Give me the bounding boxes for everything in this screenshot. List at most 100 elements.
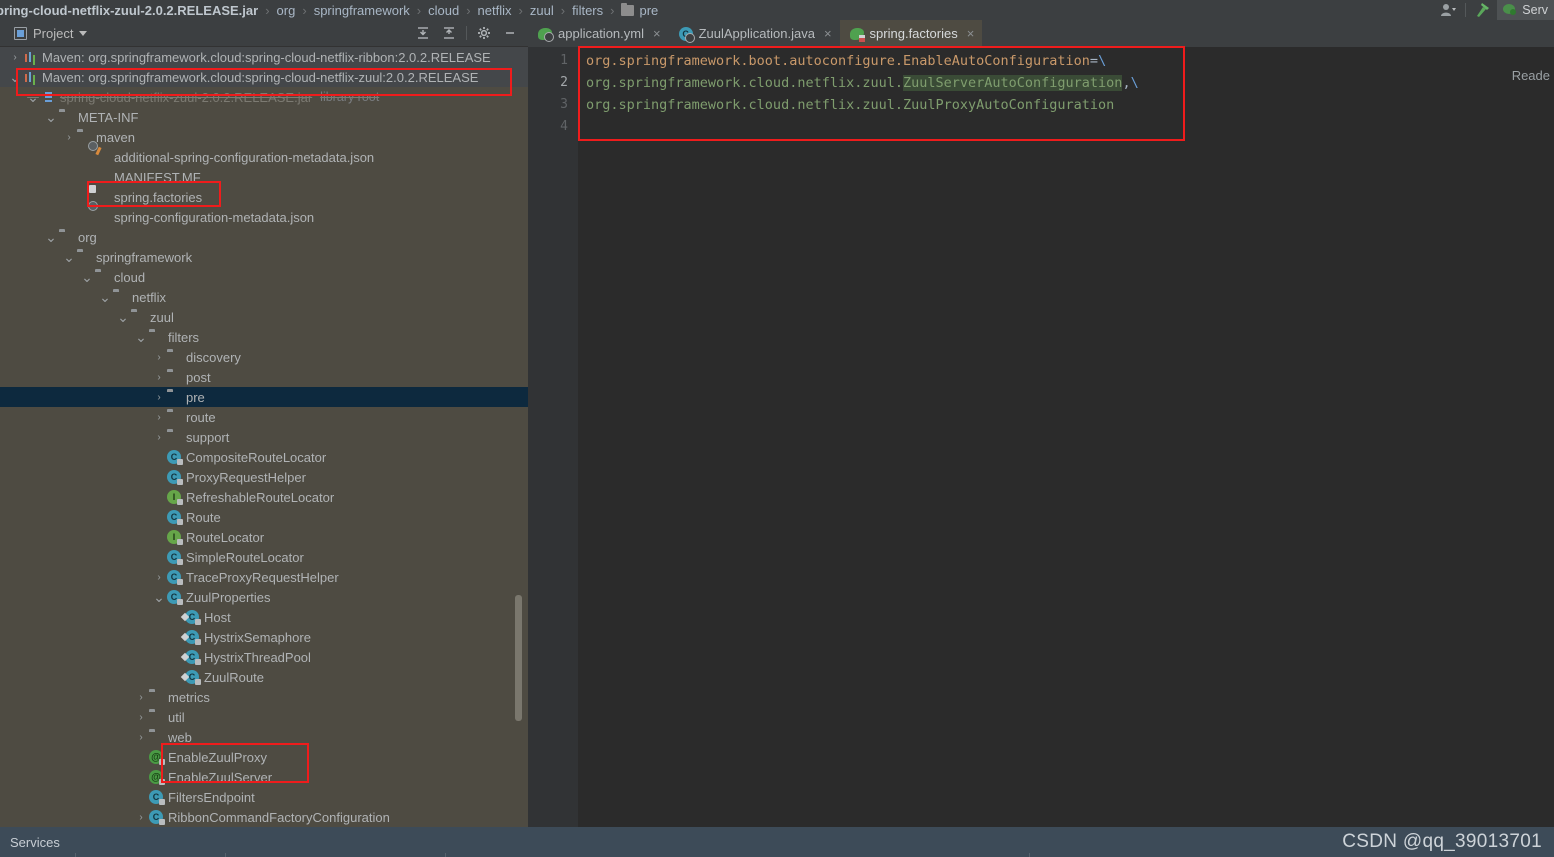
tree-row[interactable]: ›CCompositeRouteLocator <box>0 447 528 467</box>
folder-icon <box>166 409 182 425</box>
chevron-down-icon[interactable]: ⌄ <box>80 267 94 287</box>
tree-row-label: pre <box>186 389 205 405</box>
tree-row-label: maven <box>96 129 136 145</box>
breadcrumb-item-pring-cloud-netflix-zuul-2-0-2-release-jar[interactable]: pring-cloud-netflix-zuul-2.0.2.RELEASE.j… <box>0 3 258 18</box>
tree-row[interactable]: › maven <box>0 127 528 147</box>
editor-tab-zuulapplication-java[interactable]: C ZuulApplication.java × <box>669 20 840 47</box>
tree-row-label: spring-cloud-netflix-zuul-2.0.2.RELEASE.… <box>60 89 313 105</box>
chevron-right-icon[interactable]: › <box>134 687 148 707</box>
tree-row[interactable]: › pre <box>0 387 528 407</box>
editor-tab-spring-factories[interactable]: spring.factories × <box>839 20 983 47</box>
tree-row[interactable]: › metrics <box>0 687 528 707</box>
editor-tab-application-yml[interactable]: application.yml × <box>528 20 669 47</box>
close-icon[interactable]: × <box>824 26 832 41</box>
tree-row[interactable]: ⌄ zuul <box>0 307 528 327</box>
tree-row[interactable]: ›CFiltersEndpoint <box>0 787 528 807</box>
close-icon[interactable]: × <box>967 26 975 41</box>
code-line[interactable]: org.springframework.boot.autoconfigure.E… <box>578 50 1554 72</box>
services-tool-tab[interactable]: Serv <box>1497 0 1554 20</box>
chevron-right-icon[interactable]: › <box>152 347 166 367</box>
close-icon[interactable]: × <box>653 26 661 41</box>
main-toolbar-right: Serv <box>1434 0 1554 20</box>
user-icon[interactable] <box>1434 0 1462 20</box>
tree-row[interactable]: ⌄ filters <box>0 327 528 347</box>
tree-row-label: Maven: org.springframework.cloud:spring-… <box>42 49 491 65</box>
tree-row[interactable]: › Maven: org.springframework.cloud:spring… <box>0 47 528 67</box>
tree-row[interactable]: ›MANIFEST.MF <box>0 167 528 187</box>
tree-row[interactable]: ›CHost <box>0 607 528 627</box>
tree-row[interactable]: ›IRefreshableRouteLocator <box>0 487 528 507</box>
chevron-right-icon[interactable]: › <box>152 567 166 587</box>
tree-row[interactable]: ›spring.factories <box>0 187 528 207</box>
editor-code[interactable]: org.springframework.boot.autoconfigure.E… <box>578 47 1554 827</box>
tree-row[interactable]: ›spring-configuration-metadata.json <box>0 207 528 227</box>
chevron-down-icon[interactable]: ⌄ <box>98 287 112 307</box>
tree-row[interactable]: › discovery <box>0 347 528 367</box>
tree-row[interactable]: › util <box>0 707 528 727</box>
tree-row[interactable]: › support <box>0 427 528 447</box>
gear-icon[interactable] <box>472 22 496 44</box>
tree-row[interactable]: ›CProxyRequestHelper <box>0 467 528 487</box>
chevron-down-icon[interactable]: ⌄ <box>8 67 22 87</box>
expand-all-icon[interactable] <box>411 22 435 44</box>
code-line[interactable]: org.springframework.cloud.netflix.zuul.Z… <box>578 72 1554 94</box>
tree-row[interactable]: ›@EnableZuulServer <box>0 767 528 787</box>
tree-row[interactable]: ›@EnableZuulProxy <box>0 747 528 767</box>
tree-row[interactable]: › route <box>0 407 528 427</box>
chevron-right-icon[interactable]: › <box>134 807 148 827</box>
chevron-right-icon[interactable]: › <box>152 427 166 447</box>
chevron-right-icon[interactable]: › <box>152 387 166 407</box>
project-panel-title-group[interactable]: Project <box>14 26 88 41</box>
chevron-down-icon[interactable]: ⌄ <box>44 227 58 247</box>
tree-row[interactable]: ⌄ Maven: org.springframework.cloud:spring… <box>0 67 528 87</box>
tree-row[interactable]: ›CRoute <box>0 507 528 527</box>
tree-row[interactable]: ⌄ spring-cloud-netflix-zuul-2.0.2.RELEASE… <box>0 87 528 107</box>
chevron-right-icon[interactable]: › <box>62 127 76 147</box>
chevron-right-icon[interactable]: › <box>134 727 148 747</box>
code-line[interactable]: org.springframework.cloud.netflix.zuul.Z… <box>578 94 1554 116</box>
tree-row[interactable]: ›additional-spring-configuration-metadat… <box>0 146 528 167</box>
tree-row[interactable]: ⌄ META-INF <box>0 107 528 127</box>
tree-row[interactable]: ⌄ netflix <box>0 287 528 307</box>
tree-scrollbar-thumb[interactable] <box>515 595 522 721</box>
hammer-icon[interactable] <box>1469 0 1497 20</box>
breadcrumb-item-zuul[interactable]: zuul <box>530 3 554 18</box>
tree-row[interactable]: › C RibbonCommandFactoryConfiguration <box>0 807 528 827</box>
collapse-all-icon[interactable] <box>437 22 461 44</box>
chevron-down-icon[interactable] <box>79 30 88 36</box>
tree-row[interactable]: ›IRouteLocator <box>0 527 528 547</box>
breadcrumb-item-cloud[interactable]: cloud <box>428 3 459 18</box>
tree-row[interactable]: › C TraceProxyRequestHelper <box>0 567 528 587</box>
tree-row[interactable]: ⌄ cloud <box>0 267 528 287</box>
breadcrumb-item-netflix[interactable]: netflix <box>478 3 512 18</box>
breadcrumb-item-springframework[interactable]: springframework <box>314 3 410 18</box>
services-status-label[interactable]: Services <box>10 835 60 850</box>
tree-row[interactable]: ›CHystrixSemaphore <box>0 627 528 647</box>
tree-row[interactable]: › post <box>0 367 528 387</box>
chevron-right-icon[interactable]: › <box>152 407 166 427</box>
tree-row[interactable]: ›CZuulRoute <box>0 667 528 687</box>
chevron-right-icon[interactable]: › <box>134 707 148 727</box>
breadcrumb-item-filters[interactable]: filters <box>572 3 603 18</box>
chevron-down-icon[interactable]: ⌄ <box>134 327 148 347</box>
jar-icon <box>40 89 56 105</box>
yml-spring-icon <box>538 27 554 42</box>
chevron-down-icon[interactable]: ⌄ <box>44 107 58 127</box>
minimize-icon[interactable] <box>498 22 522 44</box>
annotation-icon: @ <box>148 749 165 765</box>
breadcrumb-item-org[interactable]: org <box>277 3 296 18</box>
chevron-right-icon[interactable]: › <box>152 367 166 387</box>
tree-row[interactable]: ⌄ C ZuulProperties <box>0 587 528 607</box>
chevron-down-icon[interactable]: ⌄ <box>116 307 130 327</box>
breadcrumb-item-pre[interactable]: pre <box>621 2 658 18</box>
project-tree[interactable]: › Maven: org.springframework.cloud:spring… <box>0 47 528 827</box>
chevron-right-icon[interactable]: › <box>8 47 22 67</box>
tree-row[interactable]: ›CHystrixThreadPool <box>0 647 528 667</box>
tree-row[interactable]: ⌄ springframework <box>0 247 528 267</box>
tree-row[interactable]: ›CSimpleRouteLocator <box>0 547 528 567</box>
chevron-down-icon[interactable]: ⌄ <box>26 87 40 107</box>
chevron-down-icon[interactable]: ⌄ <box>152 587 166 607</box>
tree-row[interactable]: › web <box>0 727 528 747</box>
chevron-down-icon[interactable]: ⌄ <box>62 247 76 267</box>
tree-row[interactable]: ⌄ org <box>0 227 528 247</box>
